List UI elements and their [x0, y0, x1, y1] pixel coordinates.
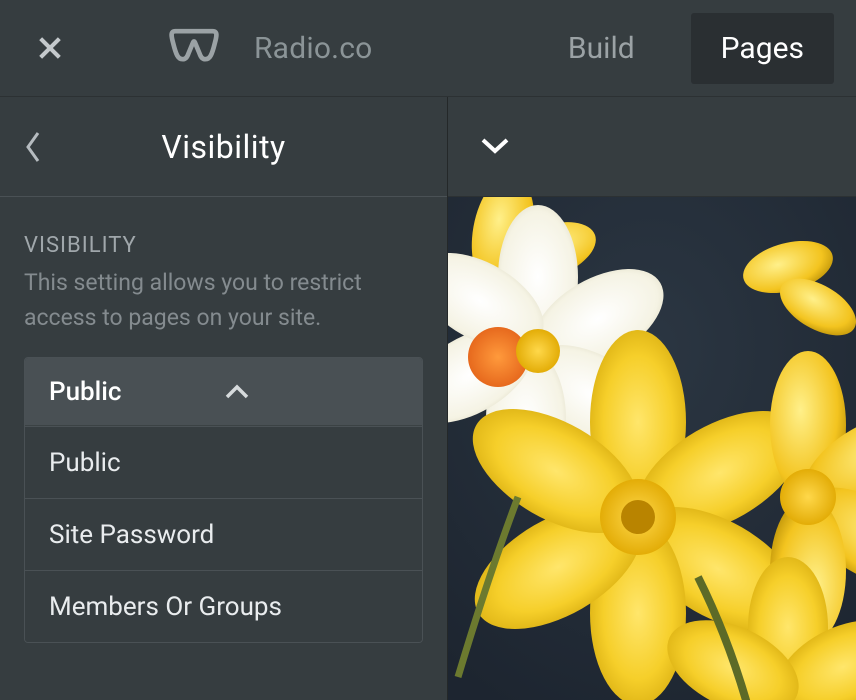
tab-build[interactable]: Build — [568, 19, 635, 78]
dropdown-selected[interactable]: Public — [25, 358, 422, 426]
back-button[interactable] — [24, 130, 64, 164]
tab-pages[interactable]: Pages — [691, 13, 834, 84]
logo-icon — [166, 28, 222, 68]
preview-hero-image — [448, 197, 856, 700]
section-label: VISIBILITY — [24, 233, 423, 258]
dropdown-option-site-password[interactable]: Site Password — [25, 498, 422, 570]
topbar: Radio.co Build Pages — [0, 0, 856, 97]
panel-title: Visibility — [64, 128, 383, 166]
settings-sidebar: Visibility VISIBILITY This setting allow… — [0, 97, 448, 700]
chevron-down-icon — [480, 136, 510, 154]
preview-header-bar — [448, 97, 856, 197]
visibility-section: VISIBILITY This setting allows you to re… — [0, 197, 447, 335]
dropdown-option-members-or-groups[interactable]: Members Or Groups — [25, 570, 422, 642]
dropdown-option-public[interactable]: Public — [25, 426, 422, 498]
dropdown-selected-label: Public — [49, 377, 224, 407]
close-icon — [36, 34, 64, 62]
panel-subheader: Visibility — [0, 97, 447, 197]
preview-expand-button[interactable] — [480, 136, 510, 158]
daffodil-image — [448, 197, 856, 700]
close-button[interactable] — [30, 28, 70, 68]
chevron-up-icon — [224, 377, 399, 407]
chevron-left-icon — [24, 130, 44, 164]
page-preview — [448, 97, 856, 700]
site-name: Radio.co — [254, 31, 372, 66]
weebly-logo — [164, 28, 224, 68]
section-description: This setting allows you to restrict acce… — [24, 266, 423, 335]
body-row: Visibility VISIBILITY This setting allow… — [0, 97, 856, 700]
visibility-dropdown: Public Public Site Password Members Or G… — [24, 357, 423, 643]
